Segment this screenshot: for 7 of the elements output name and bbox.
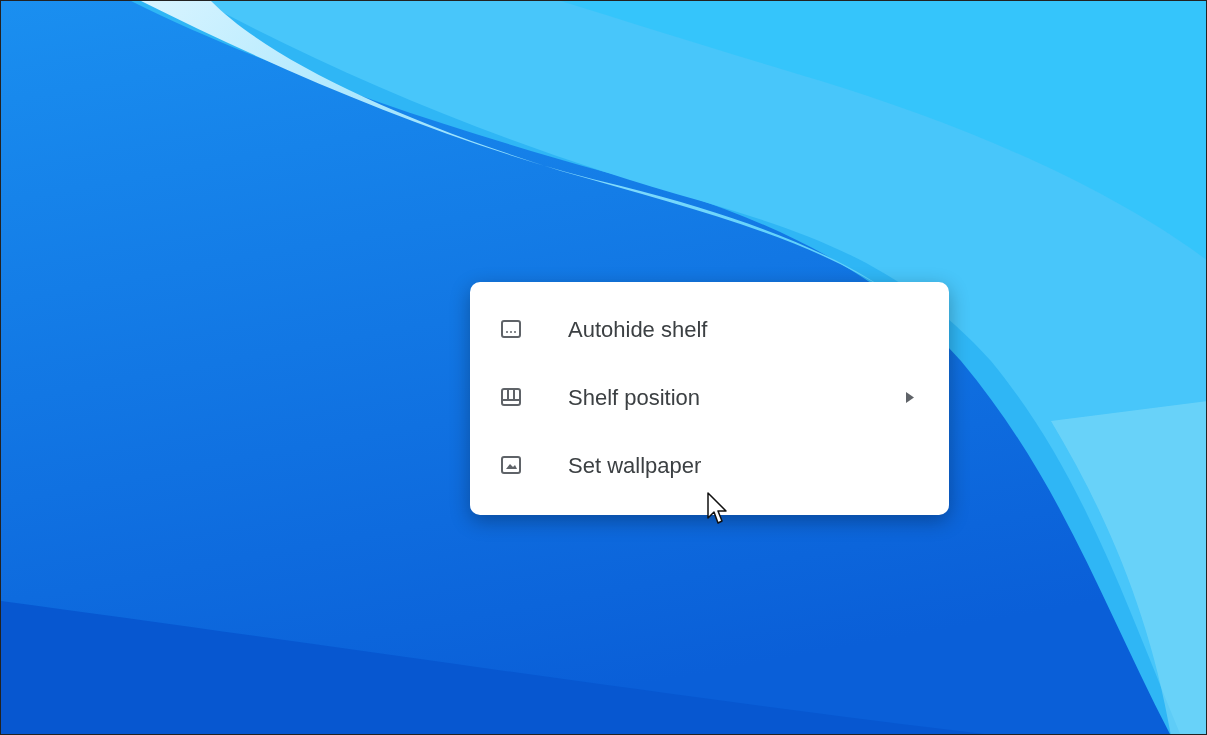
menu-item[interactable]: Autohide shelf [470, 295, 949, 363]
shelf-layout-icon [501, 388, 521, 406]
submenu-arrow-icon [906, 391, 914, 403]
menu-item[interactable]: Shelf position [470, 363, 949, 431]
menu-item[interactable]: Set wallpaper [470, 431, 949, 499]
shelf-icon [501, 320, 521, 338]
image-icon [501, 456, 521, 474]
